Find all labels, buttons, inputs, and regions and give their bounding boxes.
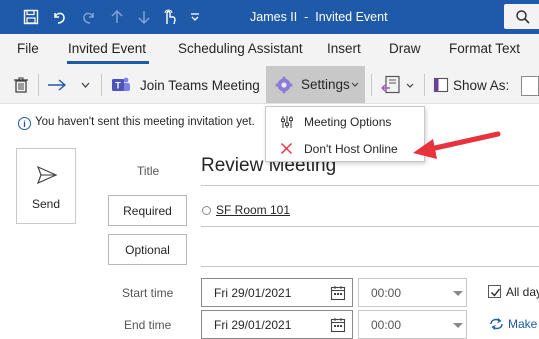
down-arrow-icon[interactable] — [135, 8, 153, 26]
response-icon — [381, 75, 400, 94]
forward-arrow-icon — [48, 79, 67, 91]
search-icon — [516, 10, 530, 24]
teams-icon: T — [112, 77, 130, 91]
send-button[interactable]: Send — [16, 148, 76, 224]
optional-button[interactable]: Optional — [108, 234, 187, 265]
end-time-label: End time — [124, 318, 172, 332]
all-day-checkbox[interactable] — [488, 285, 501, 298]
forward-dropdown[interactable] — [81, 72, 90, 98]
chevron-down-icon — [406, 83, 414, 88]
settings-label: Settings — [301, 77, 350, 92]
required-attendee[interactable]: SF Room 101 — [202, 203, 290, 217]
toolbar-separator — [424, 74, 425, 96]
menu-item-meeting-options[interactable]: Meeting Options — [266, 109, 424, 135]
show-as-label: Show As: — [453, 77, 510, 93]
start-date-picker[interactable]: Fri 29/01/2021 — [201, 278, 353, 307]
touch-mode-icon[interactable] — [160, 8, 178, 26]
calendar-icon — [330, 318, 346, 333]
end-date-value: Fri 29/01/2021 — [214, 318, 292, 332]
toolbar-separator — [38, 74, 39, 96]
join-teams-label: Join Teams Meeting — [140, 77, 260, 93]
recurrence-icon[interactable] — [489, 317, 504, 331]
title-bar: James II - Invited Event — [0, 0, 539, 34]
close-x-icon — [281, 143, 292, 154]
all-day-label: All day — [506, 285, 539, 299]
active-tab-indicator — [67, 61, 149, 64]
end-date-picker[interactable]: Fri 29/01/2021 — [201, 310, 353, 339]
tab-file[interactable]: File — [17, 41, 39, 56]
start-date-value: Fri 29/01/2021 — [214, 286, 292, 300]
divider — [201, 266, 539, 267]
end-time-value: 00:00 — [371, 318, 402, 332]
save-icon[interactable] — [22, 8, 40, 26]
send-label: Send — [31, 197, 61, 211]
presence-icon — [202, 205, 211, 215]
make-recurring-link[interactable]: Make — [508, 317, 537, 331]
chevron-down-icon — [453, 291, 463, 296]
show-as-icon — [433, 77, 449, 93]
customize-icon[interactable] — [186, 8, 204, 26]
end-time-picker[interactable]: 00:00 — [358, 310, 467, 339]
trash-icon — [14, 77, 28, 93]
title-label: Title — [137, 164, 160, 178]
delete-button[interactable] — [12, 72, 30, 98]
ribbon-tabs: File Invited Event Scheduling Assistant … — [0, 34, 539, 66]
up-arrow-icon[interactable] — [108, 8, 126, 26]
settings-menu: Meeting Options Don't Host Online — [265, 106, 425, 162]
chevron-down-icon — [81, 82, 90, 88]
chevron-down-icon — [453, 323, 463, 328]
tab-format-text[interactable]: Format Text — [449, 41, 520, 56]
divider — [201, 226, 539, 227]
start-time-picker[interactable]: 00:00 — [358, 278, 467, 307]
undo-icon[interactable] — [50, 8, 68, 26]
info-message: You haven't sent this meeting invitation… — [35, 116, 255, 128]
svg-text:T: T — [115, 81, 121, 91]
toolbar-separator — [371, 74, 372, 96]
calendar-icon — [330, 286, 346, 301]
show-as-control[interactable]: Show As: — [433, 72, 509, 98]
send-icon — [36, 165, 58, 185]
menu-item-dont-host-online[interactable]: Don't Host Online — [266, 136, 424, 162]
meeting-options-label: Meeting Options — [304, 115, 392, 129]
tab-scheduling-assistant[interactable]: Scheduling Assistant — [178, 41, 303, 56]
dont-host-online-label: Don't Host Online — [304, 142, 398, 156]
redo-icon[interactable] — [80, 8, 98, 26]
show-as-dropdown[interactable] — [521, 76, 539, 96]
start-time-label: Start time — [122, 286, 174, 300]
join-teams-meeting-button[interactable]: T Join Teams Meeting — [111, 72, 260, 98]
divider — [201, 185, 539, 186]
start-time-value: 00:00 — [371, 286, 402, 300]
chevron-down-icon — [351, 82, 359, 87]
search-box[interactable] — [504, 4, 539, 29]
settings-gear-icon — [275, 76, 293, 94]
window-title: James II - Invited Event — [250, 10, 388, 24]
settings-button[interactable]: Settings — [266, 66, 365, 103]
tab-draw[interactable]: Draw — [389, 41, 421, 56]
info-icon: i — [18, 117, 31, 130]
ribbon-toolbar: T Join Teams Meeting Settings Show As: — [0, 66, 539, 104]
required-button[interactable]: Required — [108, 195, 187, 226]
attendee-name[interactable]: SF Room 101 — [216, 203, 290, 217]
checkmark-icon — [491, 288, 501, 297]
toolbar-separator — [101, 74, 102, 96]
tab-insert[interactable]: Insert — [327, 41, 361, 56]
forward-button[interactable] — [47, 72, 67, 98]
tab-invited-event[interactable]: Invited Event — [68, 41, 146, 56]
response-button[interactable] — [380, 72, 414, 98]
meeting-options-icon — [281, 116, 293, 128]
